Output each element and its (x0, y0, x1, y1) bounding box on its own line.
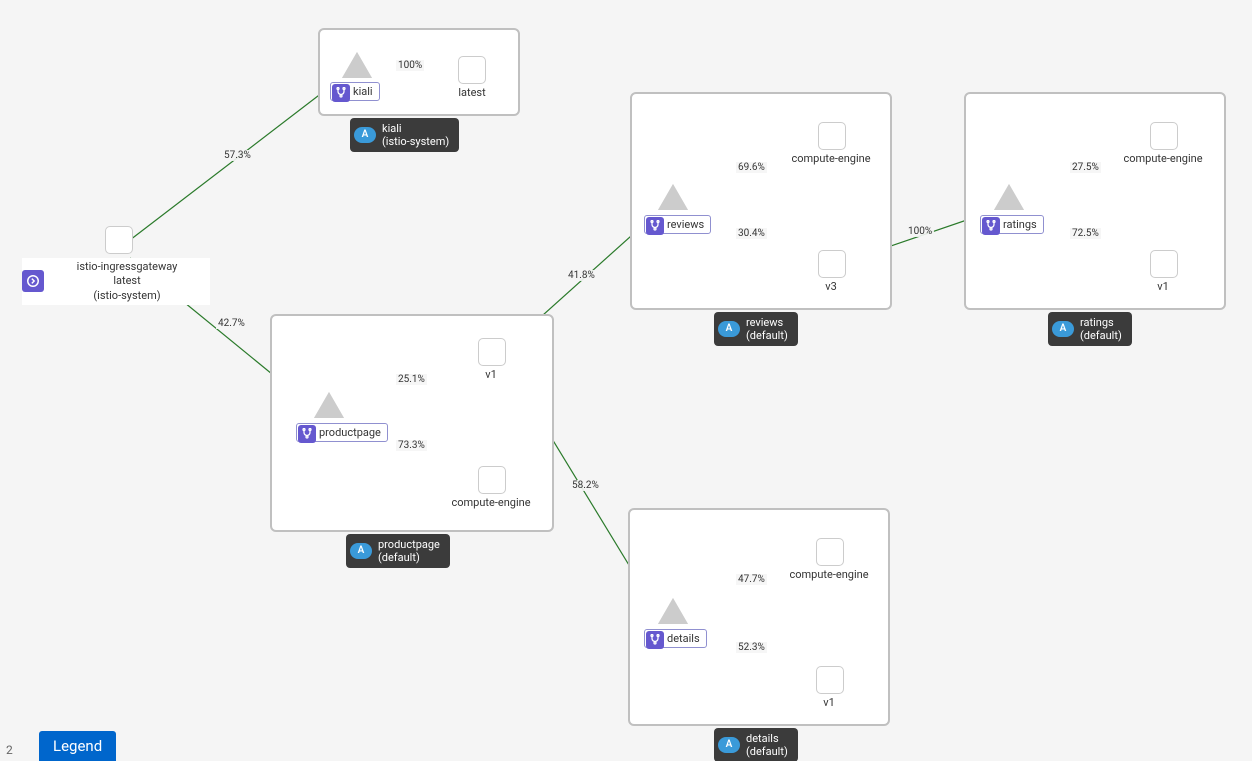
service-node-details[interactable] (660, 600, 686, 622)
virtualservice-icon (332, 84, 350, 102)
edge-label: 42.7% (216, 318, 247, 329)
group-badge-productpage[interactable]: A productpage (default) (346, 534, 450, 568)
app-icon: A (354, 127, 376, 143)
app-icon: A (1052, 321, 1074, 337)
root-label: istio-ingressgateway latest (istio-syste… (22, 258, 210, 305)
workload-details-ce[interactable] (816, 538, 844, 566)
corner-number: 2 (6, 743, 13, 757)
edge-label: 47.7% (736, 574, 767, 585)
service-label-details[interactable]: details (644, 629, 707, 648)
workload-label: v1 (1152, 280, 1174, 293)
group-badge-kiali[interactable]: A kiali (istio-system) (350, 118, 459, 152)
virtualservice-icon (646, 631, 664, 649)
edge-label: 57.3% (222, 150, 253, 161)
workload-reviews-v3[interactable] (818, 250, 846, 278)
legend-button[interactable]: Legend (39, 731, 116, 761)
service-label-productpage[interactable]: productpage (296, 423, 388, 442)
service-node-ratings[interactable] (996, 186, 1022, 208)
group-badge-details[interactable]: A details (default) (714, 728, 798, 761)
app-icon: A (718, 737, 740, 753)
virtualservice-icon (982, 217, 1000, 235)
entry-icon (22, 270, 44, 292)
service-label-ratings[interactable]: ratings (980, 215, 1044, 234)
edge-label: 100% (396, 60, 424, 71)
edge-label: 52.3% (736, 642, 767, 653)
edge-label: 25.1% (396, 374, 427, 385)
workload-ratings-v1[interactable] (1150, 250, 1178, 278)
graph-canvas[interactable]: istio-ingressgateway latest (istio-syste… (0, 0, 1252, 761)
service-node-kiali[interactable] (344, 54, 370, 76)
edge-label: 100% (906, 226, 934, 237)
workload-details-v1[interactable] (816, 666, 844, 694)
root-line2: latest (113, 274, 140, 287)
edge-label: 69.6% (736, 162, 767, 173)
workload-label: compute-engine (784, 152, 878, 165)
virtualservice-icon (298, 425, 316, 443)
service-node-reviews[interactable] (660, 186, 686, 208)
service-label-kiali[interactable]: kiali (330, 82, 380, 101)
workload-reviews-ce[interactable] (818, 122, 846, 150)
workload-label: v3 (820, 280, 842, 293)
edge-label: 72.5% (1070, 228, 1101, 239)
workload-label: v1 (480, 368, 502, 381)
workload-pp-v1[interactable] (478, 338, 506, 366)
root-line1: istio-ingressgateway (77, 260, 178, 273)
virtualservice-icon (646, 217, 664, 235)
workload-ratings-ce[interactable] (1150, 122, 1178, 150)
edge-label: 73.3% (396, 440, 427, 451)
edge-label: 58.2% (570, 480, 601, 491)
workload-pp-ce[interactable] (478, 466, 506, 494)
workload-label: compute-engine (444, 496, 538, 509)
workload-label: compute-engine (1116, 152, 1210, 165)
app-icon: A (350, 543, 372, 559)
workload-label: v1 (818, 696, 840, 709)
group-badge-ratings[interactable]: A ratings (default) (1048, 312, 1132, 346)
root-line3: (istio-system) (93, 289, 160, 302)
root-node[interactable] (105, 226, 133, 254)
edge-label: 27.5% (1070, 162, 1101, 173)
workload-label: compute-engine (782, 568, 876, 581)
group-badge-reviews[interactable]: A reviews (default) (714, 312, 798, 346)
workload-kiali-latest[interactable] (458, 56, 486, 84)
service-node-productpage[interactable] (316, 394, 342, 416)
service-label-reviews[interactable]: reviews (644, 215, 711, 234)
edge-label: 30.4% (736, 228, 767, 239)
app-icon: A (718, 321, 740, 337)
edge-label: 41.8% (566, 270, 597, 281)
workload-label: latest (454, 86, 490, 99)
